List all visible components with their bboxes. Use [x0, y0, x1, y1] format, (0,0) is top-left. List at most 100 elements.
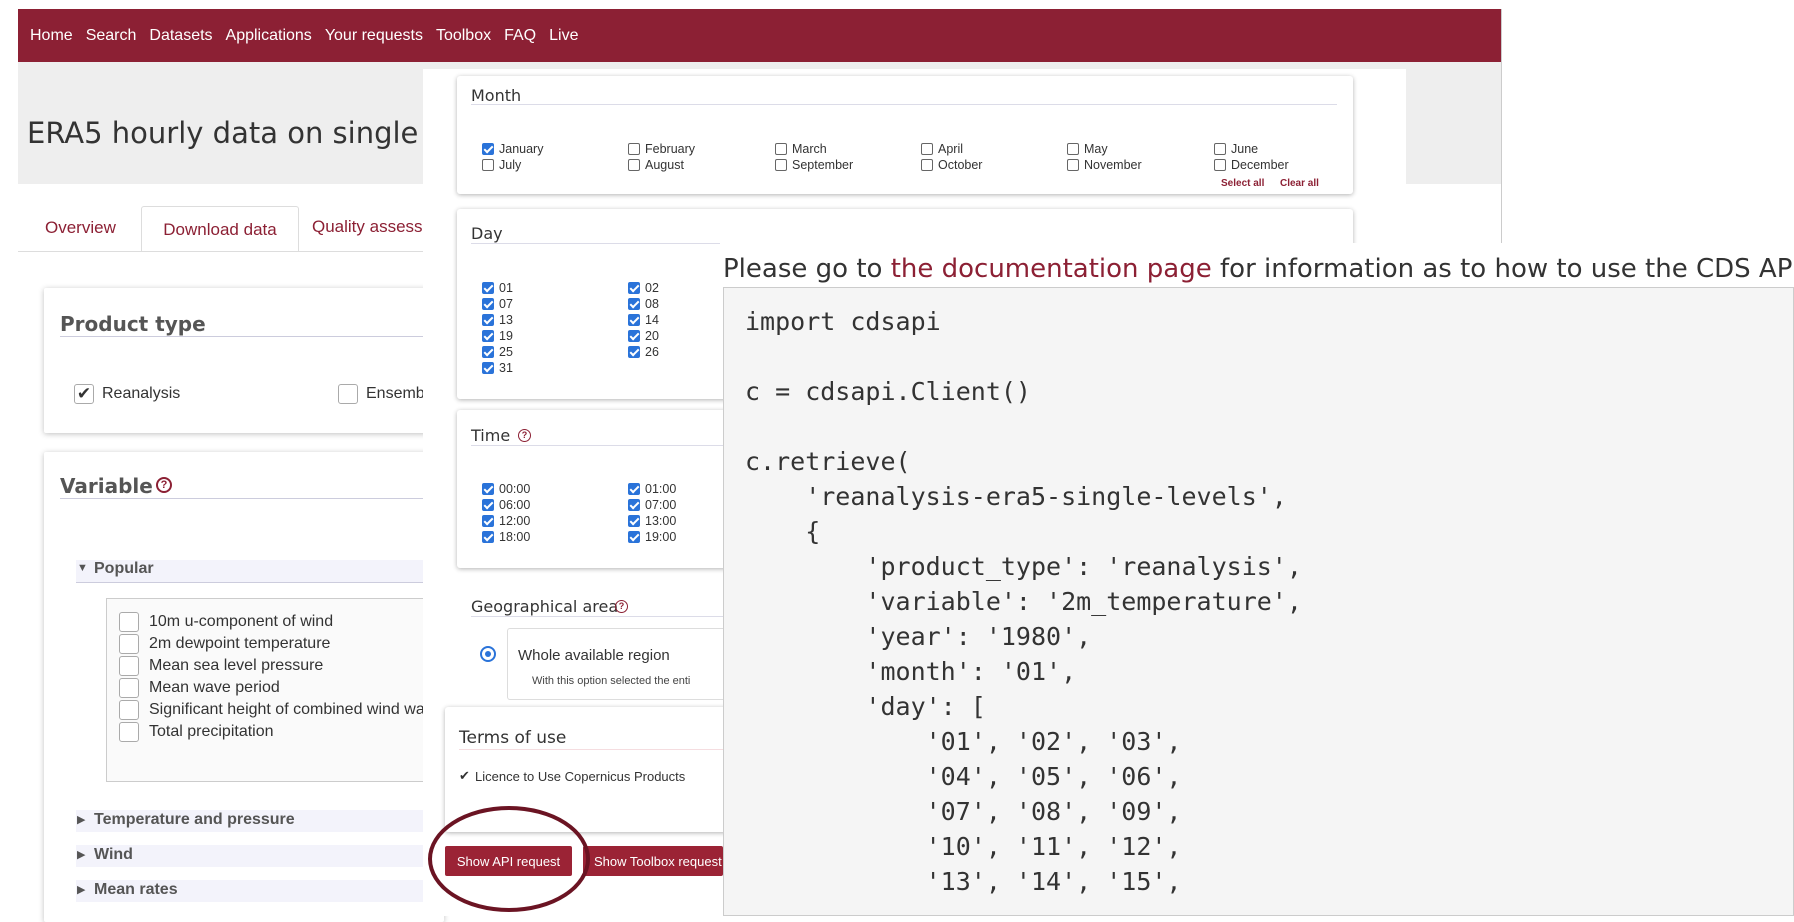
- time-option[interactable]: 12:00: [482, 514, 530, 528]
- checkbox[interactable]: [628, 143, 640, 155]
- day-option[interactable]: 07: [482, 297, 513, 311]
- whole-region-radio[interactable]: [480, 646, 496, 662]
- checkbox[interactable]: [628, 499, 640, 511]
- checkbox[interactable]: [482, 314, 494, 326]
- tab-quality-assessment[interactable]: Quality assess: [312, 214, 423, 240]
- day-option[interactable]: 25: [482, 345, 513, 359]
- nav-live[interactable]: Live: [549, 27, 578, 45]
- variable-checkbox[interactable]: [119, 612, 139, 632]
- nav-toolbox[interactable]: Toolbox: [436, 27, 491, 45]
- day-option[interactable]: 13: [482, 313, 513, 327]
- nav-home[interactable]: Home: [30, 27, 73, 45]
- variable-checkbox[interactable]: [119, 656, 139, 676]
- day-option[interactable]: 19: [482, 329, 513, 343]
- checkbox[interactable]: [482, 483, 494, 495]
- variable-checkbox[interactable]: [119, 678, 139, 698]
- help-icon[interactable]: ?: [518, 429, 531, 442]
- month-option-july[interactable]: July: [482, 158, 521, 172]
- month-option-january[interactable]: January: [482, 142, 543, 156]
- variable-checkbox[interactable]: [119, 634, 139, 654]
- nav-faq[interactable]: FAQ: [504, 27, 536, 45]
- nav-search[interactable]: Search: [86, 27, 137, 45]
- checkbox[interactable]: [482, 330, 494, 342]
- reanalysis-checkbox[interactable]: [74, 384, 94, 404]
- clear-all-link[interactable]: Clear all: [1280, 178, 1319, 189]
- month-option-october[interactable]: October: [921, 158, 982, 172]
- help-icon[interactable]: ?: [156, 477, 172, 493]
- checkbox[interactable]: [482, 362, 494, 374]
- checkbox[interactable]: [1067, 159, 1079, 171]
- variable-checkbox[interactable]: [119, 700, 139, 720]
- checkbox[interactable]: [628, 515, 640, 527]
- whole-region-option[interactable]: Whole available region With this option …: [507, 628, 758, 700]
- day-option[interactable]: 26: [628, 345, 659, 359]
- tab-overview[interactable]: Overview: [45, 206, 116, 250]
- time-option[interactable]: 13:00: [628, 514, 676, 528]
- select-all-link[interactable]: Select all: [1221, 178, 1264, 189]
- month-option-april[interactable]: April: [921, 142, 963, 156]
- list-item[interactable]: Mean wave period: [119, 677, 425, 699]
- checkbox[interactable]: [1067, 143, 1079, 155]
- nav-applications[interactable]: Applications: [226, 27, 312, 45]
- month-option-november[interactable]: November: [1067, 158, 1142, 172]
- day-option[interactable]: 01: [482, 281, 513, 295]
- list-item[interactable]: 2m dewpoint temperature: [119, 633, 425, 655]
- day-option[interactable]: 31: [482, 361, 513, 375]
- checkbox[interactable]: [628, 483, 640, 495]
- show-toolbox-request-button[interactable]: Show Toolbox request: [583, 846, 723, 876]
- checkbox[interactable]: [628, 159, 640, 171]
- time-option[interactable]: 06:00: [482, 498, 530, 512]
- checkbox[interactable]: [482, 298, 494, 310]
- time-option[interactable]: 00:00: [482, 482, 530, 496]
- time-option[interactable]: 07:00: [628, 498, 676, 512]
- nav-your-requests[interactable]: Your requests: [325, 27, 423, 45]
- checkbox[interactable]: [628, 531, 640, 543]
- documentation-link[interactable]: the documentation page: [891, 254, 1212, 284]
- day-option[interactable]: 08: [628, 297, 659, 311]
- month-option-august[interactable]: August: [628, 158, 684, 172]
- checkbox[interactable]: [628, 314, 640, 326]
- checkbox[interactable]: [482, 159, 494, 171]
- checkbox[interactable]: [1214, 143, 1226, 155]
- checkbox[interactable]: [482, 346, 494, 358]
- month-option-february[interactable]: February: [628, 142, 695, 156]
- checkbox[interactable]: [628, 282, 640, 294]
- api-code-block[interactable]: import cdsapi c = cdsapi.Client() c.retr…: [723, 287, 1794, 916]
- checkbox[interactable]: [482, 499, 494, 511]
- nav-datasets[interactable]: Datasets: [149, 27, 212, 45]
- month-option-december[interactable]: December: [1214, 158, 1289, 172]
- ensemble-checkbox[interactable]: [338, 384, 358, 404]
- checkbox[interactable]: [482, 282, 494, 294]
- time-option[interactable]: 18:00: [482, 530, 530, 544]
- checkbox[interactable]: [1214, 159, 1226, 171]
- checkbox[interactable]: [482, 531, 494, 543]
- variable-checkbox[interactable]: [119, 722, 139, 742]
- option-label: November: [1084, 158, 1142, 172]
- option-label: March: [792, 142, 827, 156]
- checkbox[interactable]: [628, 330, 640, 342]
- month-option-march[interactable]: March: [775, 142, 827, 156]
- month-option-may[interactable]: May: [1067, 142, 1108, 156]
- list-item[interactable]: Total precipitation: [119, 721, 425, 743]
- checkbox[interactable]: [628, 346, 640, 358]
- checkbox[interactable]: [482, 143, 494, 155]
- checkbox[interactable]: [775, 143, 787, 155]
- checkbox[interactable]: [775, 159, 787, 171]
- day-option[interactable]: 14: [628, 313, 659, 327]
- list-item[interactable]: Significant height of combined wind wa: [119, 699, 425, 721]
- list-item[interactable]: Mean sea level pressure: [119, 655, 425, 677]
- day-option[interactable]: 20: [628, 329, 659, 343]
- checkbox[interactable]: [921, 159, 933, 171]
- month-option-september[interactable]: September: [775, 158, 853, 172]
- divider: [459, 749, 757, 750]
- list-item[interactable]: 10m u-component of wind: [119, 611, 425, 633]
- month-option-june[interactable]: June: [1214, 142, 1258, 156]
- time-option[interactable]: 19:00: [628, 530, 676, 544]
- day-option[interactable]: 02: [628, 281, 659, 295]
- checkbox[interactable]: [482, 515, 494, 527]
- checkbox[interactable]: [921, 143, 933, 155]
- help-icon[interactable]: ?: [615, 600, 628, 613]
- time-option[interactable]: 01:00: [628, 482, 676, 496]
- tab-download-data[interactable]: Download data: [141, 206, 299, 252]
- checkbox[interactable]: [628, 298, 640, 310]
